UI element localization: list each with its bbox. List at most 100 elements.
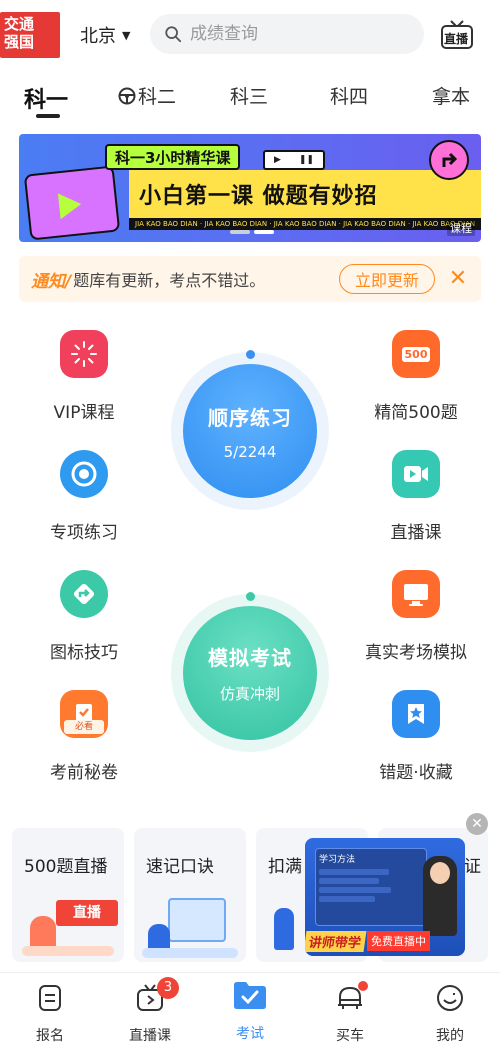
feature-label: 图标技巧 <box>50 643 118 663</box>
mock-exam-title: 模拟考试 <box>208 646 292 670</box>
tab-label: 拿本 <box>432 86 471 108</box>
nav-exam[interactable]: 考试 <box>210 982 290 1043</box>
feature-mistakes-favorites[interactable]: 错题·收藏 <box>356 690 476 790</box>
city-label: 北京 <box>80 26 116 47</box>
tab-label: 科一 <box>24 88 69 113</box>
search-bar[interactable] <box>150 14 424 54</box>
mock-exam-subtitle: 仿真冲刺 <box>219 685 280 703</box>
card-500-live[interactable]: 500题直播 直播 <box>12 828 124 962</box>
close-icon[interactable]: ✕ <box>447 266 469 292</box>
feature-vip-course[interactable]: VIP课程 <box>24 330 144 430</box>
banner-dot[interactable] <box>230 230 250 234</box>
nav-label: 买车 <box>336 1028 364 1044</box>
sequential-practice-button[interactable]: 顺序练习 5/2244 <box>183 364 317 498</box>
city-selector[interactable]: 北京 ▼ <box>80 22 130 48</box>
feature-label: 真实考场模拟 <box>365 643 467 663</box>
progress-dot <box>246 592 255 601</box>
feature-live-course[interactable]: 直播课 <box>356 450 476 550</box>
banner-strip: JIA KAO BAO DIAN · JIA KAO BAO DIAN · JI… <box>129 218 481 230</box>
feature-label: VIP课程 <box>53 403 115 423</box>
notice-tag: 通知/ <box>31 271 72 292</box>
person-illustration <box>274 908 294 950</box>
active-tab-indicator <box>36 114 60 118</box>
new-dot <box>358 981 368 991</box>
live-banner-text: 直播 <box>73 905 101 921</box>
document-illustration <box>168 898 226 942</box>
card-title: 扣满 <box>268 857 302 877</box>
progress-dot <box>246 350 255 359</box>
secret-paper-icon: 必看 <box>60 690 108 738</box>
ad-ribbon: 讲师带学 免费直播中 <box>305 930 465 952</box>
500-badge-text: 500 <box>401 346 431 362</box>
tab-license[interactable]: 拿本 <box>432 82 470 109</box>
tab-label: 科二 <box>138 86 177 108</box>
live-tv-button[interactable]: 直播 <box>440 20 474 50</box>
smile-face-icon <box>437 985 463 1011</box>
tab-ke1[interactable]: 科一 <box>24 82 68 114</box>
road-sign-icon <box>60 570 108 618</box>
notice-text: 题库有更新，考点不错过。 <box>73 271 266 290</box>
banner-tag: 课程 <box>447 220 475 236</box>
feature-label: 错题·收藏 <box>379 763 453 783</box>
live-banner-illustration: 直播 <box>56 900 118 926</box>
card-mnemonic[interactable]: 速记口诀 <box>134 828 246 962</box>
feature-500-questions[interactable]: 500 精简500题 <box>356 330 476 430</box>
platform-illustration <box>142 948 238 958</box>
teacher-avatar <box>423 856 457 936</box>
play-icon <box>57 191 83 220</box>
sequential-practice-title: 顺序练习 <box>208 405 292 430</box>
feature-label: 精简500题 <box>374 403 458 423</box>
notification-badge: 3 <box>157 977 179 999</box>
feature-real-exam-sim[interactable]: 真实考场模拟 <box>356 570 476 670</box>
feature-special-practice[interactable]: 专项练习 <box>24 450 144 550</box>
floating-live-ad[interactable]: 学习方法 讲师带学 免费直播中 <box>305 838 465 956</box>
tab-ke4[interactable]: 科四 <box>330 82 368 109</box>
tab-ke2[interactable]: 科二 <box>118 82 176 109</box>
search-input[interactable] <box>190 24 390 44</box>
tab-label: 科四 <box>330 86 369 108</box>
mock-exam-button[interactable]: 模拟考试 仿真冲刺 <box>183 606 317 740</box>
nav-label: 我的 <box>436 1028 464 1044</box>
logo-line1: 交通 <box>4 15 35 33</box>
nav-label: 报名 <box>36 1028 64 1044</box>
caret-down-icon: ▼ <box>122 28 131 42</box>
card-title: 500题直播 <box>24 857 108 877</box>
nav-buy-car[interactable]: 买车 <box>310 981 390 1045</box>
app-logo[interactable]: 交通 强国 <box>0 12 60 58</box>
tab-ke3[interactable]: 科三 <box>230 82 268 109</box>
sequential-practice-ring: 顺序练习 5/2244 <box>171 350 329 510</box>
top-header: 交通 强国 北京 ▼ 直播 <box>0 0 500 70</box>
update-now-button[interactable]: 立即更新 <box>339 264 435 294</box>
promo-banner[interactable]: 科一3小时精华课 ▶ ❚❚ 小白第一课 做题有妙招 JIA KAO BAO DIA… <box>19 134 481 242</box>
tab-label: 科三 <box>230 86 269 108</box>
star-bookmark-icon <box>392 690 440 738</box>
steering-wheel-icon <box>118 87 136 104</box>
stage-illustration <box>22 946 114 956</box>
nav-mine[interactable]: 我的 <box>410 983 490 1045</box>
banner-pill: 科一3小时精华课 <box>105 144 241 170</box>
turn-arrow-icon <box>429 140 469 180</box>
nav-label: 直播课 <box>129 1028 171 1044</box>
feature-secret-paper[interactable]: 必看 考前秘卷 <box>24 690 144 790</box>
subject-tabs: 科一 科二 科三 科四 拿本 <box>0 76 500 120</box>
feature-sign-tips[interactable]: 图标技巧 <box>24 570 144 670</box>
ad-ribbon-cta: 免费直播中 <box>367 931 431 951</box>
vip-course-icon <box>60 330 108 378</box>
card-title: 速记口诀 <box>146 857 214 877</box>
ad-ribbon-title: 讲师带学 <box>305 930 367 952</box>
nav-live-course[interactable]: 3 直播课 <box>110 977 190 1045</box>
nav-signup[interactable]: 报名 <box>10 983 90 1045</box>
feature-label: 直播课 <box>390 523 442 543</box>
media-controls-icon: ▶ ❚❚ <box>263 150 325 170</box>
close-ad-icon[interactable]: ✕ <box>466 813 488 835</box>
lesson-board: 学习方法 <box>315 848 427 926</box>
live-video-icon <box>392 450 440 498</box>
board-title: 学习方法 <box>319 855 356 865</box>
card-title: 证 <box>464 857 481 877</box>
search-icon <box>165 26 182 43</box>
banner-headline: 小白第一课 做题有妙招 <box>139 184 378 209</box>
update-notice: 通知/ 题库有更新，考点不错过。 立即更新 ✕ <box>19 256 481 302</box>
banner-dot-active[interactable] <box>254 230 274 234</box>
sequential-practice-progress: 5/2244 <box>223 442 277 461</box>
feature-label: 专项练习 <box>50 523 118 543</box>
